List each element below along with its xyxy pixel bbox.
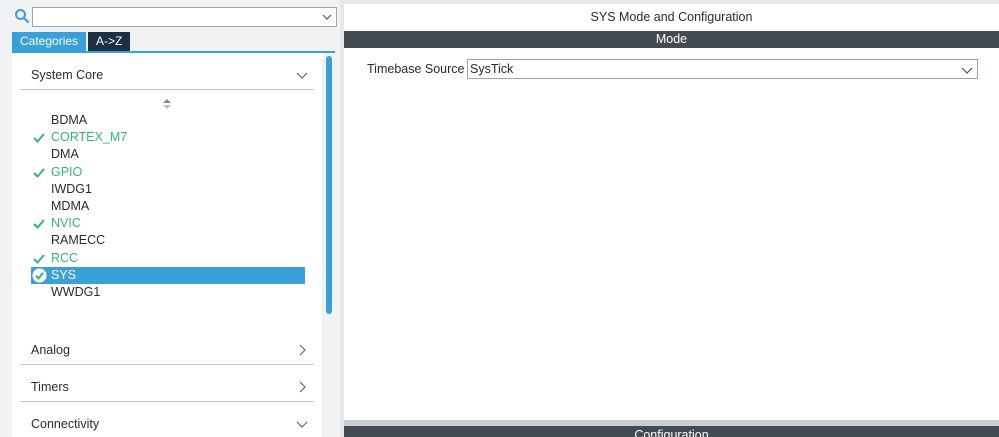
category-connectivity[interactable]: Connectivity (20, 409, 314, 437)
tab-a-z[interactable]: A->Z (88, 32, 131, 51)
list-item-wwdg1[interactable]: WWDG1 (31, 284, 305, 301)
right-panel: SYS Mode and Configuration Mode Timebase… (340, 0, 999, 437)
chevron-right-icon (299, 344, 306, 356)
left-panel: Categories A->Z System Core BDMA CORTEX_… (0, 0, 340, 437)
system-core-item-list: BDMA CORTEX_M7 DMA GPIO IWDG1 MDMA NVIC (31, 112, 305, 301)
search-combobox[interactable] (32, 7, 337, 27)
check-icon (33, 133, 45, 144)
list-item-rcc[interactable]: RCC (31, 250, 305, 267)
configuration-section-header[interactable]: Configuration (344, 426, 999, 437)
item-label: MDMA (51, 198, 90, 213)
list-item-iwdg1[interactable]: IWDG1 (31, 181, 305, 198)
tab-categories[interactable]: Categories (12, 32, 87, 51)
check-icon (33, 219, 45, 230)
category-tree: System Core BDMA CORTEX_M7 DMA GPIO IWDG… (12, 53, 322, 437)
search-input[interactable] (33, 8, 313, 26)
search-row (0, 5, 340, 27)
timebase-source-value: SysTick (470, 62, 514, 76)
item-label: NVIC (51, 216, 81, 231)
timebase-source-label: Timebase Source (367, 62, 465, 76)
configuration-panel: SYS Mode and Configuration Mode Timebase… (344, 4, 999, 437)
timebase-source-select[interactable]: SysTick (467, 59, 978, 79)
check-icon (33, 167, 45, 178)
item-label: DMA (51, 147, 79, 162)
category-analog[interactable]: Analog (20, 335, 314, 365)
search-icon[interactable] (14, 8, 30, 24)
check-circle-icon (32, 268, 47, 283)
item-label: RCC (51, 250, 79, 265)
item-label: IWDG1 (51, 181, 92, 196)
item-label: BDMA (51, 113, 88, 127)
category-label: System Core (31, 68, 104, 82)
category-label: Connectivity (31, 417, 100, 431)
chevron-right-icon (299, 381, 306, 393)
item-label: GPIO (51, 164, 83, 179)
item-label: SYS (51, 267, 77, 282)
item-label: CORTEX_M7 (51, 130, 128, 145)
category-system-core[interactable]: System Core (20, 60, 314, 90)
category-timers[interactable]: Timers (20, 372, 314, 402)
list-item-bdma[interactable]: BDMA (31, 112, 305, 129)
chevron-down-icon[interactable] (961, 64, 973, 76)
list-item-sys[interactable]: SYS (31, 266, 305, 284)
list-item-gpio[interactable]: GPIO (31, 164, 305, 181)
tree-scrollbar[interactable] (326, 56, 332, 314)
list-item-nvic[interactable]: NVIC (31, 215, 305, 232)
list-item-mdma[interactable]: MDMA (31, 198, 305, 215)
category-tabs: Categories A->Z (12, 32, 131, 51)
list-item-dma[interactable]: DMA (31, 146, 305, 163)
chevron-down-icon (296, 72, 308, 79)
chevron-down-icon (296, 421, 308, 428)
list-item-ramecc[interactable]: RAMECC (31, 232, 305, 249)
panel-title: SYS Mode and Configuration (590, 10, 753, 24)
chevron-down-icon[interactable] (320, 10, 334, 24)
item-label: RAMECC (51, 233, 106, 248)
category-label: Timers (31, 380, 69, 394)
mode-section-header[interactable]: Mode (344, 31, 999, 48)
list-item-cortex-m7[interactable]: CORTEX_M7 (31, 129, 305, 146)
category-label: Analog (31, 343, 70, 357)
item-label: WWDG1 (51, 284, 101, 299)
check-icon (33, 253, 45, 264)
sort-icon[interactable] (162, 98, 172, 110)
